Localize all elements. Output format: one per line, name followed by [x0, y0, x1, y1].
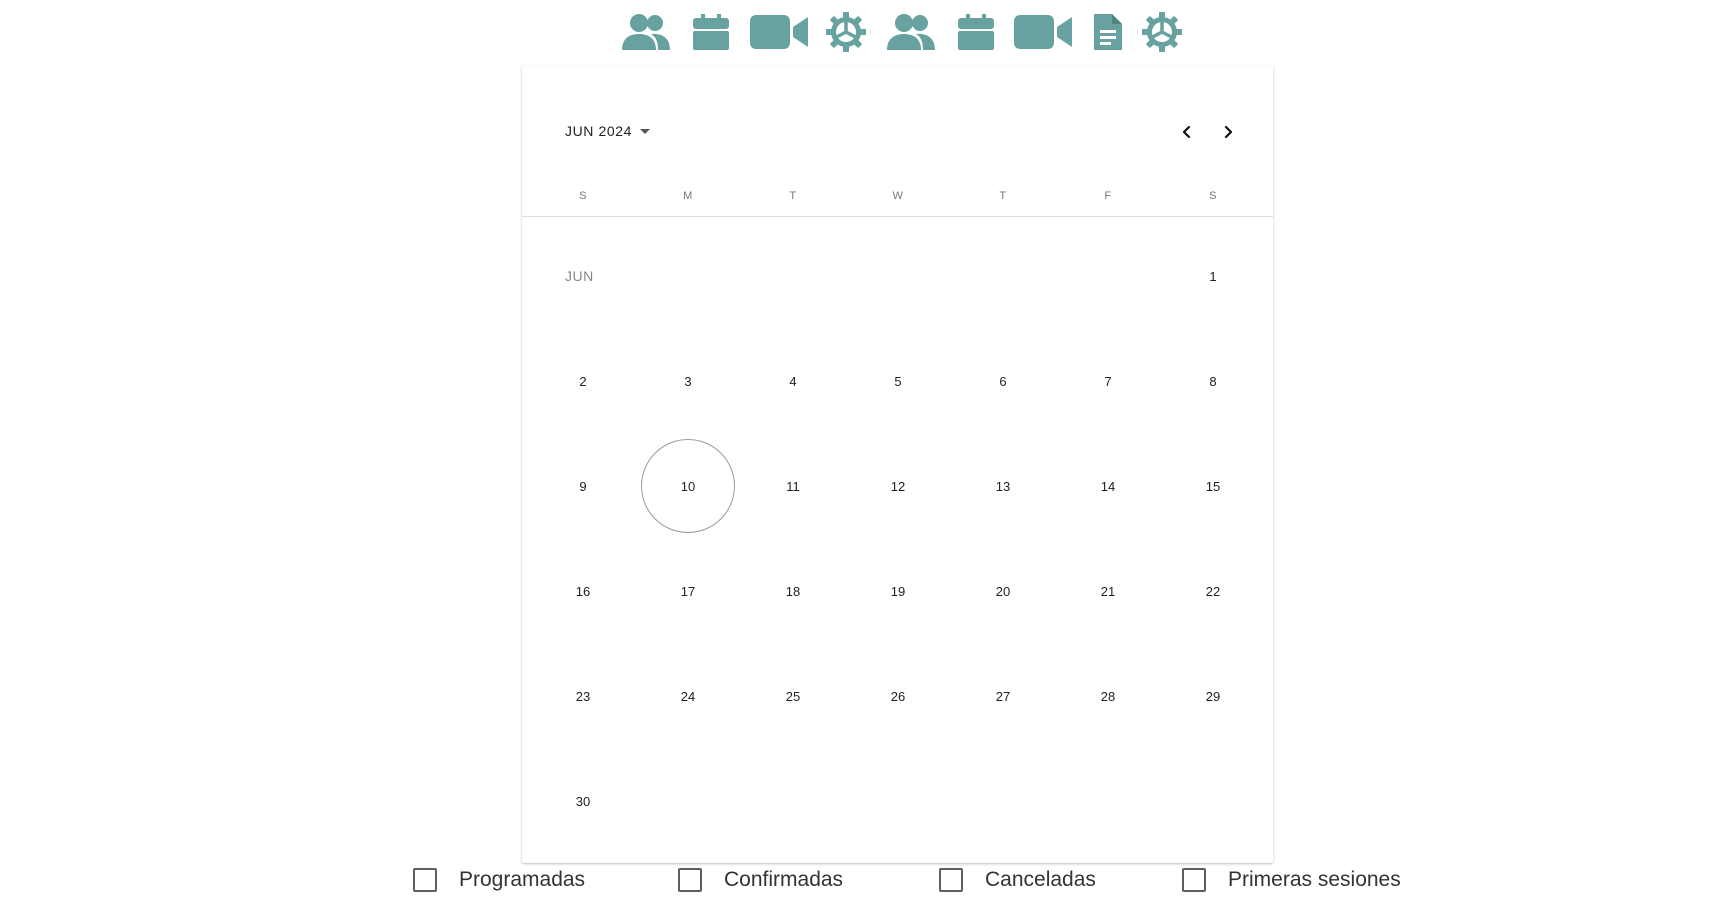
- day-cell[interactable]: 20: [956, 544, 1050, 638]
- day-cell[interactable]: 27: [956, 649, 1050, 743]
- day-cell[interactable]: 14: [1061, 439, 1155, 533]
- day-cell[interactable]: 5: [851, 334, 945, 428]
- day-cell[interactable]: 30: [536, 754, 630, 848]
- weekday-label: T: [789, 190, 797, 202]
- day-cell[interactable]: 26: [851, 649, 945, 743]
- filter-primeras-sesiones[interactable]: Primeras sesiones: [1182, 868, 1401, 892]
- day-cell[interactable]: 8: [1166, 334, 1260, 428]
- chevron-right-icon: [1224, 125, 1233, 139]
- weekday-label: W: [892, 190, 904, 202]
- month-row-label: JUN: [565, 268, 594, 284]
- day-cell[interactable]: 13: [956, 439, 1050, 533]
- day-cell[interactable]: 6: [956, 334, 1050, 428]
- programadas-checkbox[interactable]: [413, 868, 437, 892]
- document-icon[interactable]: [1092, 12, 1124, 52]
- users-icon[interactable]: [886, 12, 936, 52]
- weekday-header: S M T W T F S: [522, 184, 1273, 217]
- day-cell[interactable]: 17: [641, 544, 735, 638]
- day-cell[interactable]: 16: [536, 544, 630, 638]
- status-filters: Programadas Confirmadas Canceladas Prime…: [0, 868, 1728, 908]
- day-cell[interactable]: 12: [851, 439, 945, 533]
- filter-confirmadas[interactable]: Confirmadas: [678, 868, 843, 892]
- day-cell[interactable]: 4: [746, 334, 840, 428]
- previous-month-button[interactable]: [1173, 118, 1201, 146]
- calendar-icon[interactable]: [957, 12, 995, 52]
- canceladas-checkbox[interactable]: [939, 868, 963, 892]
- day-cell[interactable]: 25: [746, 649, 840, 743]
- users-icon[interactable]: [621, 12, 671, 52]
- day-cell[interactable]: 23: [536, 649, 630, 743]
- settings-icon[interactable]: [826, 12, 866, 52]
- day-cell[interactable]: 1: [1166, 229, 1260, 323]
- weekday-label: S: [1209, 190, 1217, 202]
- day-cell[interactable]: 28: [1061, 649, 1155, 743]
- day-cell[interactable]: 2: [536, 334, 630, 428]
- day-cell[interactable]: 7: [1061, 334, 1155, 428]
- day-cell[interactable]: 15: [1166, 439, 1260, 533]
- day-cell[interactable]: 3: [641, 334, 735, 428]
- filter-canceladas[interactable]: Canceladas: [939, 868, 1096, 892]
- day-cell[interactable]: 29: [1166, 649, 1260, 743]
- day-cell[interactable]: 19: [851, 544, 945, 638]
- top-toolbar: [0, 0, 1728, 62]
- filter-programadas[interactable]: Programadas: [413, 868, 585, 892]
- filter-label: Confirmadas: [724, 868, 844, 891]
- chevron-left-icon: [1182, 125, 1191, 139]
- video-icon[interactable]: [1013, 12, 1073, 52]
- filter-label: Canceladas: [985, 868, 1096, 891]
- day-cell[interactable]: 9: [536, 439, 630, 533]
- next-month-button[interactable]: [1214, 118, 1242, 146]
- day-cell-today[interactable]: 10: [641, 439, 735, 533]
- day-cell[interactable]: 21: [1061, 544, 1155, 638]
- primeras-sesiones-checkbox[interactable]: [1182, 868, 1206, 892]
- calendar-icon[interactable]: [692, 12, 730, 52]
- calendar-card: JUN 2024 S M T W T F S JUN 1 2 3 4 5 6 7 8 9 10 11…: [522, 66, 1273, 863]
- month-year-selector[interactable]: JUN 2024: [565, 120, 651, 142]
- weekday-label: M: [683, 190, 693, 202]
- caret-down-icon: [640, 128, 651, 134]
- confirmadas-checkbox[interactable]: [678, 868, 702, 892]
- day-cell[interactable]: 18: [746, 544, 840, 638]
- video-icon[interactable]: [749, 12, 809, 52]
- month-year-label: JUN 2024: [565, 123, 633, 139]
- weekday-label: S: [579, 190, 587, 202]
- weekday-label: T: [999, 190, 1007, 202]
- settings-icon[interactable]: [1142, 12, 1182, 52]
- day-cell[interactable]: 24: [641, 649, 735, 743]
- filter-label: Programadas: [459, 868, 586, 891]
- day-cell[interactable]: 11: [746, 439, 840, 533]
- day-cell[interactable]: 22: [1166, 544, 1260, 638]
- filter-label: Primeras sesiones: [1228, 868, 1401, 891]
- weekday-label: F: [1104, 190, 1112, 202]
